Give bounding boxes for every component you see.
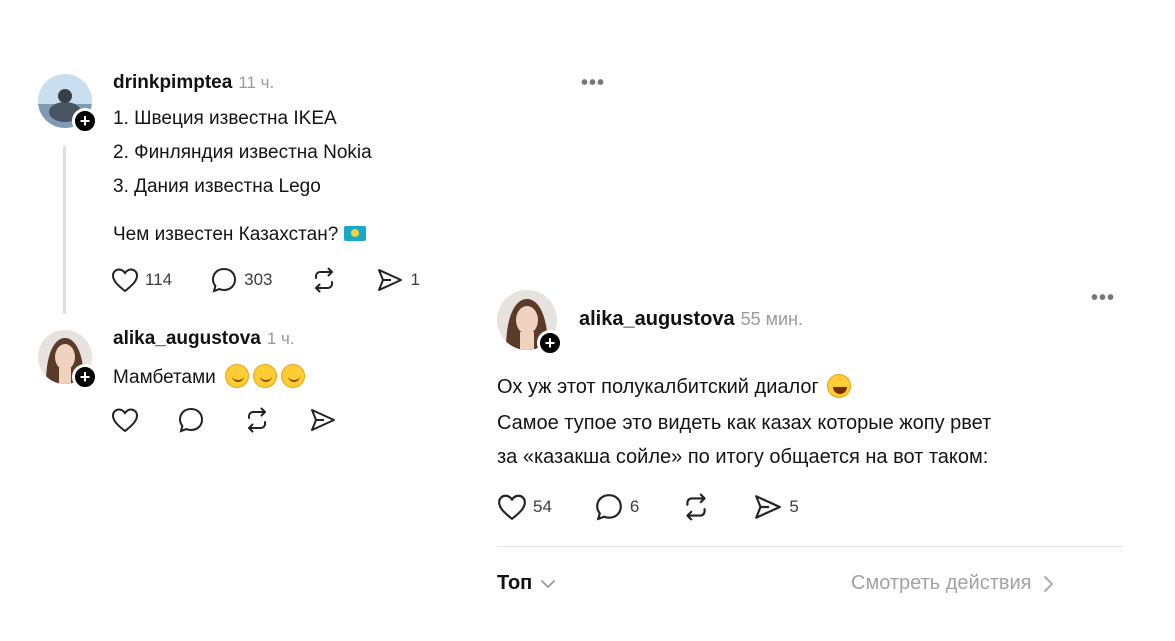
post-line: 3. Дания известна Lego	[113, 176, 321, 197]
heart-icon	[498, 494, 526, 521]
comment-count: 303	[244, 270, 273, 289]
post-line: Ох уж этот полукалбитский диалог	[497, 374, 851, 399]
reply-actions	[111, 406, 337, 434]
reply-text-content: Мамбетами	[113, 367, 216, 388]
timestamp: 1 ч.	[266, 329, 295, 348]
section-divider	[497, 546, 1123, 547]
follow-plus-icon[interactable]: +	[537, 330, 563, 356]
username[interactable]: alika_augustova	[113, 328, 261, 349]
comment-button[interactable]	[177, 406, 205, 434]
chevron-right-icon	[1043, 575, 1053, 592]
like-button[interactable]	[111, 407, 139, 433]
reply-text: Мамбетами	[113, 364, 306, 389]
sort-dropdown[interactable]: Топ	[497, 572, 556, 595]
activity-link-label: Смотреть действия	[851, 572, 1032, 594]
comment-button[interactable]: 6	[594, 492, 639, 522]
follow-plus-icon[interactable]: +	[72, 364, 98, 390]
username[interactable]: drinkpimptea	[113, 72, 232, 93]
share-count: 5	[789, 497, 799, 516]
repost-icon	[315, 267, 334, 293]
post-actions: 54 6 5	[497, 492, 799, 522]
post-actions: 114 303 1	[111, 266, 420, 294]
more-dots-icon[interactable]: •••	[1091, 287, 1115, 310]
repost-icon	[686, 493, 707, 521]
laughing-tears-emoji-icon	[826, 374, 851, 398]
repost-button[interactable]	[243, 406, 271, 434]
send-icon	[378, 269, 403, 291]
thread-connector	[63, 146, 66, 314]
chevron-down-icon	[541, 579, 556, 588]
repost-icon	[248, 407, 266, 433]
melting-face-emoji-icon	[253, 364, 278, 388]
more-dots-icon[interactable]: •••	[581, 72, 605, 95]
post-line-text: Ох уж этот полукалбитский диалог	[497, 376, 819, 398]
timestamp: 55 мин.	[740, 309, 804, 329]
like-button[interactable]: 114	[111, 267, 172, 293]
melting-face-emoji-icon	[225, 364, 250, 388]
follow-plus-icon[interactable]: +	[72, 108, 98, 134]
comment-bubble-icon	[596, 494, 622, 521]
username[interactable]: alika_augustova	[579, 308, 735, 330]
sort-label: Топ	[497, 572, 533, 594]
like-count: 54	[533, 497, 552, 516]
post-line: Самое тупое это видеть как казах которые…	[497, 412, 992, 434]
question-text: Чем известен Казахстан?	[113, 224, 339, 245]
comment-bubble-icon	[178, 407, 204, 433]
like-button[interactable]: 54	[497, 493, 552, 521]
share-count: 1	[410, 270, 420, 289]
repost-button[interactable]	[310, 266, 338, 294]
send-icon	[755, 495, 782, 519]
comment-bubble-icon	[212, 267, 237, 293]
post-header: alika_augustova 55 мин.	[579, 308, 803, 331]
comment-button[interactable]: 303	[210, 266, 272, 294]
send-icon	[311, 409, 335, 431]
melting-face-emoji-icon	[281, 364, 306, 388]
heart-icon	[111, 268, 139, 293]
comment-count: 6	[629, 497, 640, 516]
post-question: Чем известен Казахстан?	[113, 224, 367, 246]
kazakhstan-flag-icon	[344, 226, 367, 241]
reply-header: alika_augustova 1 ч.	[113, 328, 295, 350]
share-button[interactable]	[309, 407, 337, 433]
post-header: drinkpimptea 11 ч.	[113, 72, 274, 94]
post-line: 2. Финляндия известна Nokia	[113, 142, 372, 163]
heart-icon	[111, 408, 139, 433]
post-line: 1. Швеция известна IKEA	[113, 108, 337, 129]
like-count: 114	[145, 270, 173, 289]
timestamp: 11 ч.	[238, 73, 275, 92]
repost-button[interactable]	[681, 492, 711, 522]
share-button[interactable]: 5	[753, 493, 799, 521]
view-activity-link[interactable]: Смотреть действия	[851, 572, 1054, 595]
share-button[interactable]: 1	[376, 267, 420, 293]
post-line: за «казакша сойле» по итогу общается на …	[497, 446, 989, 468]
